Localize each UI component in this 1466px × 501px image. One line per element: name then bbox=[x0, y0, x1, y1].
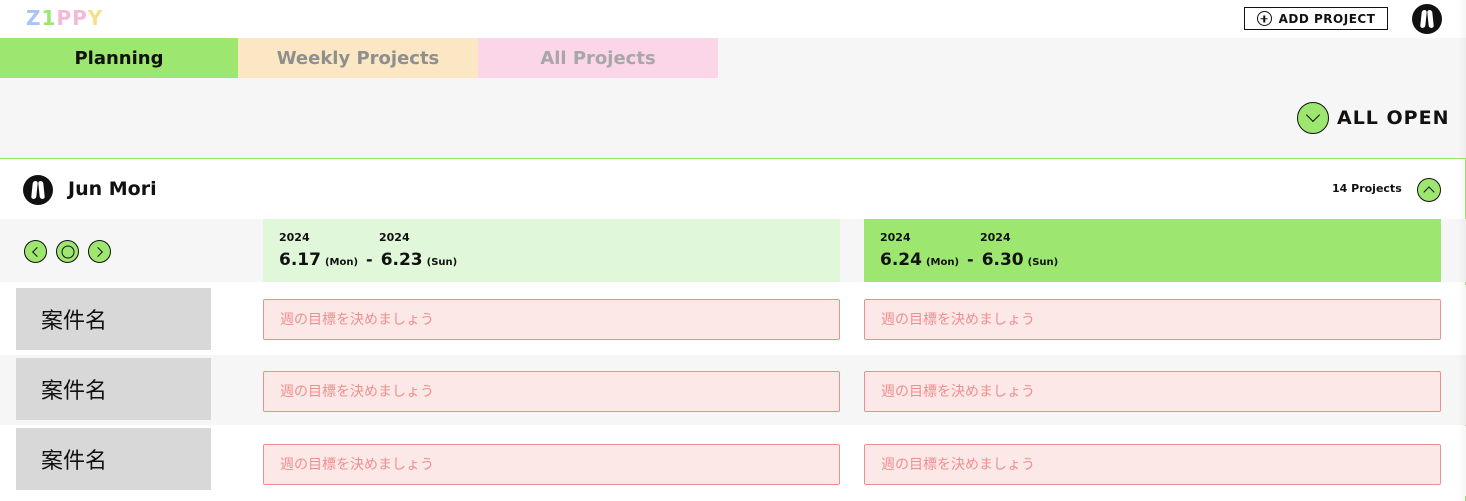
end-year: 2024 bbox=[379, 231, 410, 244]
chevron-down-icon bbox=[1297, 101, 1329, 134]
weekly-goal-input[interactable] bbox=[263, 299, 840, 340]
project-name-cell[interactable]: 案件名 bbox=[16, 428, 211, 490]
project-name-cell[interactable]: 案件名 bbox=[16, 288, 211, 350]
logo-letter: 1 bbox=[41, 6, 57, 30]
week-header: 2024 2024 6.24 (Mon) - 6.30 (Sun) bbox=[864, 219, 1441, 282]
logo[interactable]: Z1PPY bbox=[26, 6, 103, 30]
current-week-button[interactable] bbox=[56, 240, 79, 263]
weekly-goal-input[interactable] bbox=[263, 444, 840, 485]
tab-label: Weekly Projects bbox=[276, 47, 440, 69]
start-year: 2024 bbox=[279, 231, 310, 244]
tab-planning[interactable]: Planning bbox=[0, 38, 238, 78]
add-project-label: ADD PROJECT bbox=[1278, 11, 1376, 26]
logo-letter: Z bbox=[26, 6, 42, 30]
tab-label: Planning bbox=[74, 47, 164, 69]
logo-letter: P bbox=[56, 6, 73, 30]
top-bar: Z1PPY ADD PROJECT bbox=[0, 0, 1466, 38]
week-header: 2024 2024 6.17 (Mon) - 6.23 (Sun) bbox=[263, 219, 840, 282]
next-week-button[interactable] bbox=[88, 240, 111, 263]
start-date: 6.24 bbox=[880, 250, 922, 270]
all-open-label: ALL OPEN bbox=[1337, 106, 1450, 129]
start-date: 6.17 bbox=[279, 250, 321, 270]
week-date-range: 6.17 (Mon) - 6.23 (Sun) bbox=[279, 250, 457, 270]
date-separator: - bbox=[366, 250, 373, 269]
project-name-cell[interactable]: 案件名 bbox=[16, 358, 211, 420]
add-project-button[interactable]: ADD PROJECT bbox=[1244, 7, 1388, 30]
date-separator: - bbox=[967, 250, 974, 269]
prev-week-button[interactable] bbox=[24, 240, 47, 263]
start-day-of-week: (Mon) bbox=[925, 257, 960, 268]
weekly-goal-input[interactable] bbox=[864, 444, 1441, 485]
end-date: 6.30 bbox=[981, 250, 1024, 270]
collapse-button[interactable] bbox=[1417, 178, 1441, 202]
plus-circle-icon bbox=[1256, 11, 1272, 26]
user-avatar-icon[interactable] bbox=[1412, 4, 1442, 34]
tab-weekly-projects[interactable]: Weekly Projects bbox=[238, 38, 478, 78]
logo-letter: Y bbox=[87, 6, 104, 30]
weekly-goal-input[interactable] bbox=[263, 371, 840, 412]
week-date-range: 6.24 (Mon) - 6.30 (Sun) bbox=[880, 250, 1058, 270]
tab-bar: Planning Weekly Projects All Projects bbox=[0, 38, 718, 78]
start-day-of-week: (Mon) bbox=[324, 257, 359, 268]
scrollbar-track[interactable] bbox=[1458, 0, 1466, 501]
end-year: 2024 bbox=[980, 231, 1011, 244]
tab-all-projects[interactable]: All Projects bbox=[478, 38, 718, 78]
weekly-goal-input[interactable] bbox=[864, 299, 1441, 340]
end-date: 6.23 bbox=[380, 250, 423, 270]
project-count: 14 Projects bbox=[1332, 182, 1402, 195]
all-open-button[interactable]: ALL OPEN bbox=[1297, 101, 1450, 134]
weekly-goal-input[interactable] bbox=[864, 371, 1441, 412]
user-avatar-icon bbox=[23, 175, 53, 205]
user-name: Jun Mori bbox=[68, 178, 157, 200]
tab-label: All Projects bbox=[540, 47, 656, 69]
logo-letter: P bbox=[72, 6, 88, 30]
end-day-of-week: (Sun) bbox=[1027, 257, 1059, 268]
end-day-of-week: (Sun) bbox=[426, 257, 458, 268]
start-year: 2024 bbox=[880, 231, 911, 244]
